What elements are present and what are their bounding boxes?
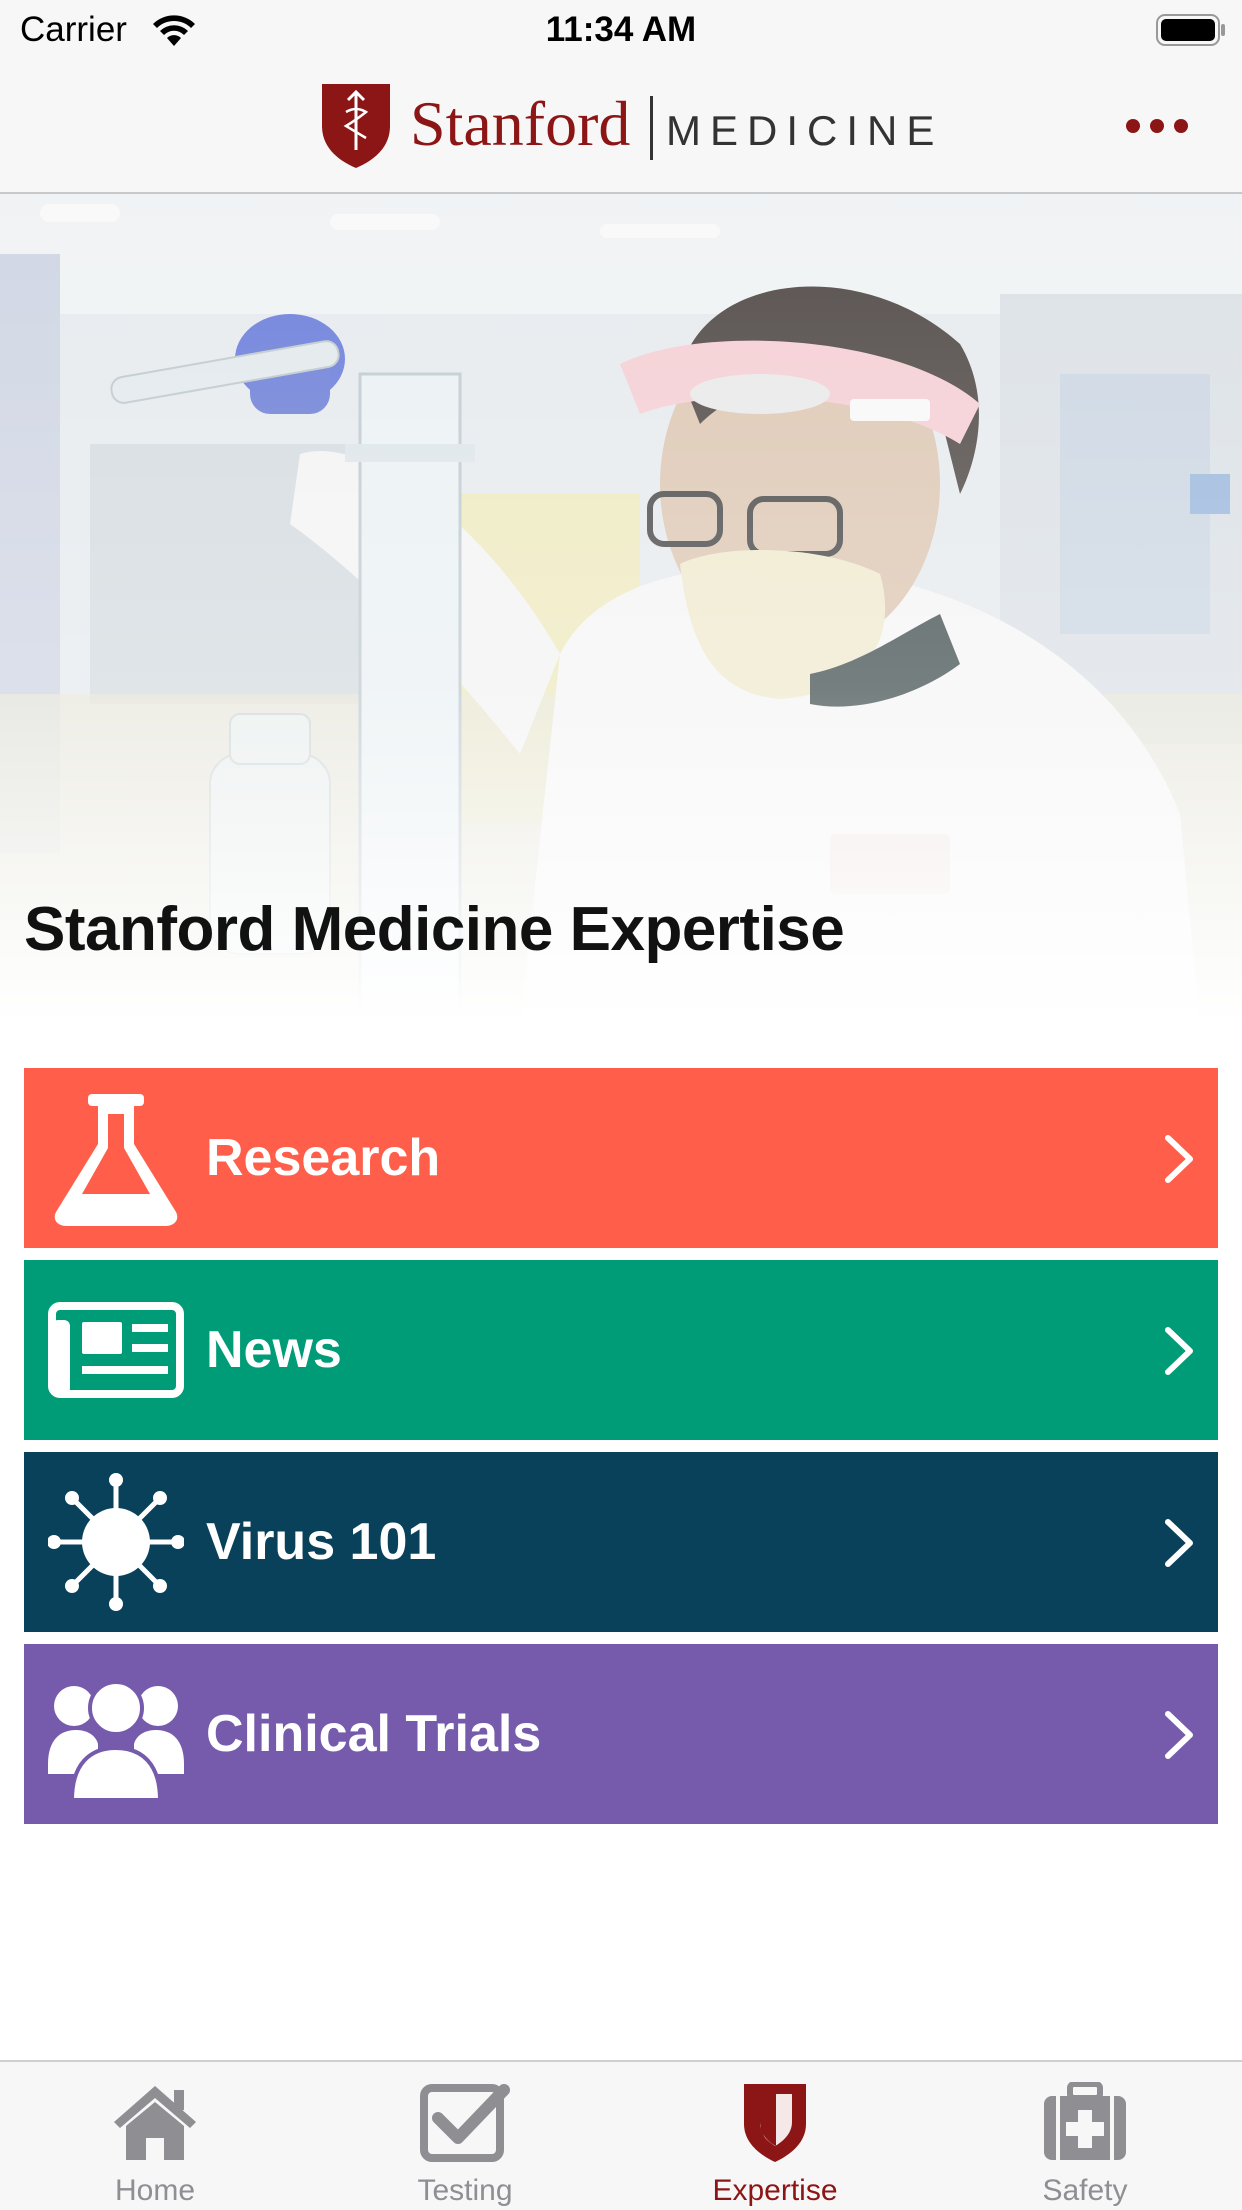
more-icon-dot: [1126, 119, 1140, 133]
more-options-button[interactable]: [1126, 116, 1188, 136]
shield-icon: [744, 2084, 806, 2162]
users-icon: [48, 1680, 184, 1802]
tab-label: Home: [114, 2174, 196, 2207]
status-bar: Carrier 11:34 AM: [0, 0, 1242, 62]
tab-label: Expertise: [712, 2174, 838, 2207]
tab-safety[interactable]: Safety: [930, 2062, 1240, 2210]
chevron-right-icon: [1165, 1327, 1193, 1375]
menu-item-research[interactable]: Research: [24, 1068, 1218, 1248]
menu-item-news[interactable]: News: [24, 1260, 1218, 1440]
logo-wordmark: Stanford: [410, 88, 631, 159]
battery-icon: [1156, 14, 1225, 46]
menu-item-label: Clinical Trials: [206, 1705, 542, 1763]
tab-label: Safety: [1042, 2174, 1128, 2207]
checkbox-icon: [420, 2084, 510, 2162]
chevron-right-icon: [1165, 1519, 1193, 1567]
menu-item-virus-101[interactable]: Virus 101: [24, 1452, 1218, 1632]
stanford-medicine-logo: Stanford MEDICINE: [318, 80, 934, 170]
stanford-shield-icon: [322, 84, 390, 168]
status-time: 11:34 AM: [545, 10, 697, 49]
tab-label: Testing: [417, 2174, 513, 2207]
tab-expertise[interactable]: Expertise: [620, 2062, 930, 2210]
menu-item-clinical-trials[interactable]: Clinical Trials: [24, 1644, 1218, 1824]
more-icon-dot: [1150, 119, 1164, 133]
menu-item-label: Virus 101: [206, 1513, 437, 1571]
nav-bar: Stanford MEDICINE: [0, 62, 1242, 194]
logo-divider: [650, 96, 653, 160]
page-title: Stanford Medicine Expertise: [24, 895, 845, 964]
logo-subtitle: MEDICINE: [666, 107, 944, 154]
chevron-right-icon: [1165, 1711, 1193, 1759]
hero-banner: Stanford Medicine Expertise: [0, 194, 1242, 1024]
first-aid-kit-icon: [1044, 2082, 1126, 2160]
tab-testing[interactable]: Testing: [310, 2062, 620, 2210]
more-icon-dot: [1174, 119, 1188, 133]
menu-item-label: Research: [206, 1129, 441, 1187]
flask-icon: [54, 1094, 178, 1226]
home-icon: [114, 2086, 196, 2160]
tab-home[interactable]: Home: [0, 2062, 310, 2210]
tab-bar: Home Testing Expertise Safety: [0, 2060, 1242, 2210]
newspaper-icon: [48, 1302, 184, 1398]
menu-item-label: News: [206, 1321, 342, 1379]
chevron-right-icon: [1165, 1135, 1193, 1183]
virus-icon: [48, 1473, 184, 1611]
